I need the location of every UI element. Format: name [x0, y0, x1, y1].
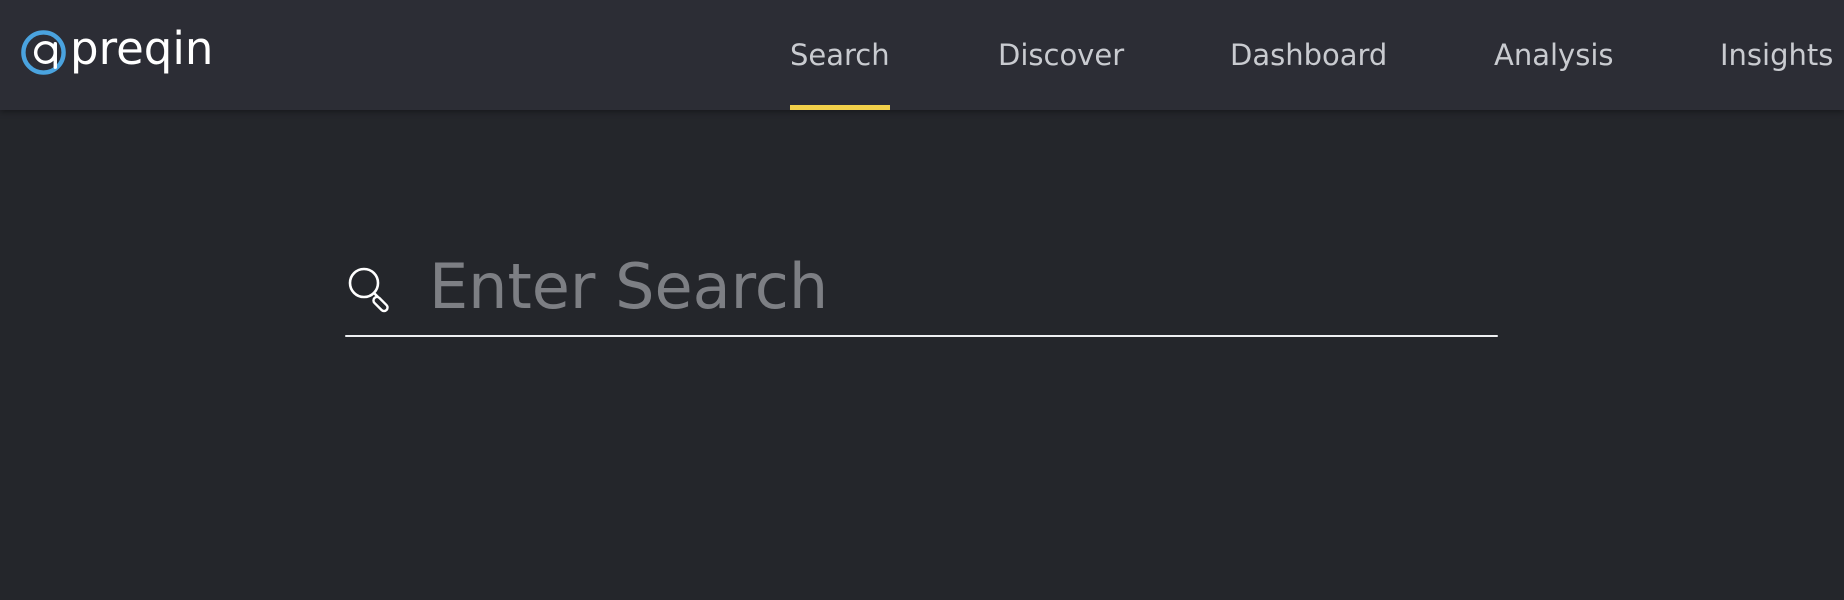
search-bar [345, 240, 1498, 340]
preqin-at-logo-icon [21, 29, 66, 75]
nav-item-label: Discover [998, 38, 1125, 72]
search-input-underline [345, 335, 1498, 337]
nav-item-discover[interactable]: Discover [998, 0, 1124, 110]
brand-name: preqin [70, 21, 214, 75]
active-tab-indicator [790, 105, 890, 110]
nav-item-label: Dashboard [1230, 38, 1388, 72]
nav-item-label: Search [790, 38, 890, 72]
search-icon[interactable] [345, 264, 395, 314]
nav-item-dashboard[interactable]: Dashboard [1230, 0, 1387, 110]
nav-item-analysis[interactable]: Analysis [1494, 0, 1613, 110]
nav-item-insights[interactable]: Insights [1720, 0, 1833, 110]
top-navigation-bar: preqin Search Discover Dashboard Analysi… [0, 0, 1844, 110]
preqin-logo[interactable]: preqin [19, 26, 213, 78]
nav-item-label: Insights [1720, 38, 1834, 72]
nav-item-label: Analysis [1494, 38, 1614, 72]
search-input[interactable] [429, 240, 1489, 332]
nav-item-search[interactable]: Search [790, 0, 890, 110]
